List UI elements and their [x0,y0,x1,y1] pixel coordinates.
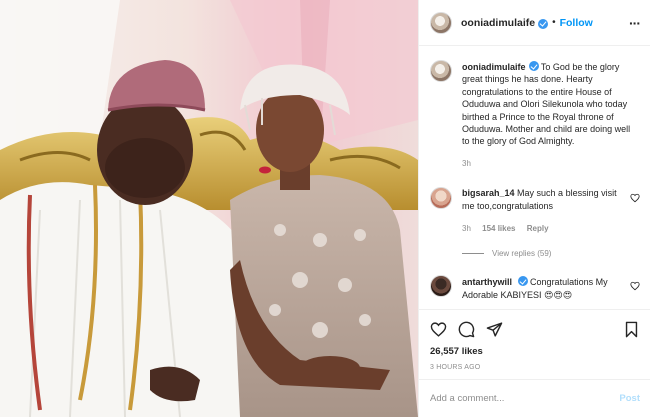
bookmark-icon[interactable] [623,321,640,338]
caption: ooniadimulaife To God be the glory great… [430,60,640,170]
heart-icon[interactable] [430,321,447,338]
instagram-post: ooniadimulaife • Follow ··· ooniadimulai… [0,0,650,417]
view-replies-label: View replies (59) [492,249,552,259]
follow-button[interactable]: Follow [560,17,593,29]
comment-bubble-icon[interactable] [458,321,475,338]
comment-author[interactable]: bigsarah_14 [462,188,515,198]
view-replies-button[interactable]: View replies (59) [462,249,640,258]
add-comment-input[interactable] [430,393,620,404]
post-header: ooniadimulaife • Follow ··· [419,0,650,46]
post-comment-button[interactable]: Post [619,393,640,404]
author-avatar[interactable] [430,11,452,34]
more-options-icon[interactable]: ··· [629,15,641,31]
paper-plane-icon[interactable] [486,321,503,338]
comment-item: bigsarah_14 May such a blessing visit me… [430,187,640,235]
side-panel: ooniadimulaife • Follow ··· ooniadimulai… [418,0,650,417]
likes-count[interactable]: 26,557 likes [430,346,640,357]
verified-badge-icon [528,61,539,71]
comment-body: bigsarah_14 May such a blessing visit me… [462,187,627,235]
comment-meta: 3h 154 likes Reply [462,223,627,235]
author-handle[interactable]: ooniadimulaife [461,17,535,29]
post-photo[interactable] [0,0,418,417]
commenter-avatar[interactable] [430,187,452,210]
comment-item: antarthywill Congratulations My Adorable… [430,275,640,301]
comment-heart-icon[interactable] [630,193,640,203]
comment-likes[interactable]: 154 likes [482,224,515,233]
separator-dot: • [552,17,556,28]
caption-text: To God be the glory great things he has … [462,62,631,147]
comments-list[interactable]: ooniadimulaife To God be the glory great… [419,46,650,309]
commenter-avatar[interactable] [430,275,452,298]
comment-age: 3h [462,224,471,234]
post-actions: 26,557 likes 3 HOURS AGO [419,309,650,379]
caption-body: ooniadimulaife To God be the glory great… [462,60,634,170]
verified-badge-icon [517,276,528,287]
comment-heart-icon[interactable] [630,281,640,291]
verified-badge-icon [538,18,549,29]
caption-author-avatar[interactable] [430,60,452,82]
action-icons [430,318,640,340]
caption-age: 3h [462,158,471,168]
replies-line [462,253,484,255]
caption-author[interactable]: ooniadimulaife [462,62,526,72]
add-comment-bar: Post [419,379,650,417]
comment-body: antarthywill Congratulations My Adorable… [462,275,627,301]
comment-author[interactable]: antarthywill [462,277,512,287]
reply-button[interactable]: Reply [527,224,549,233]
post-timestamp: 3 HOURS AGO [430,364,481,371]
